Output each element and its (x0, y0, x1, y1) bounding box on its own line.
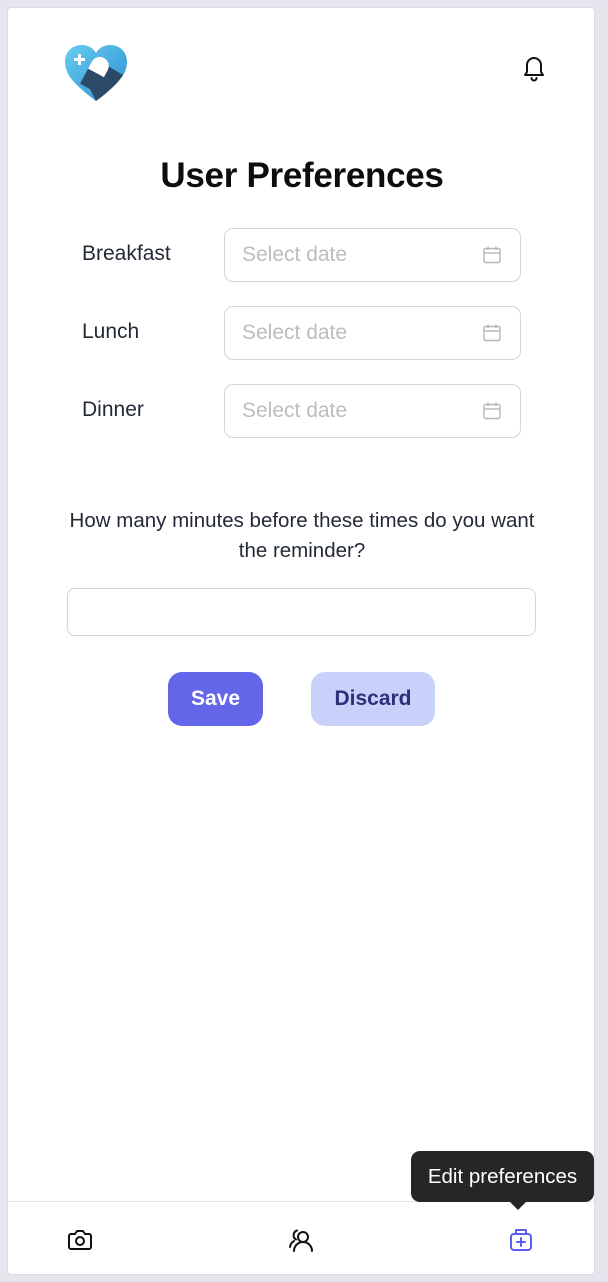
calendar-icon (483, 324, 501, 342)
medical-kit-icon (510, 1229, 532, 1251)
lunch-date-picker[interactable]: Select date (224, 306, 521, 360)
page-title: User Preferences (160, 156, 444, 195)
date-placeholder: Select date (242, 321, 348, 344)
bottom-nav (8, 1201, 594, 1274)
date-placeholder: Select date (242, 243, 348, 266)
app-logo-icon (63, 43, 129, 105)
meal-row-dinner: Dinner Select date (8, 384, 594, 438)
notification-bell-icon[interactable] (520, 52, 548, 82)
calendar-icon (483, 402, 501, 420)
meal-label-lunch: Lunch (82, 320, 140, 343)
dinner-date-picker[interactable]: Select date (224, 384, 521, 438)
user-group-icon (289, 1229, 313, 1252)
nav-camera-button[interactable] (60, 1220, 100, 1260)
meal-row-lunch: Lunch Select date (8, 306, 594, 360)
date-placeholder: Select date (242, 399, 348, 422)
nav-preferences-button[interactable] (501, 1220, 541, 1260)
edit-preferences-tooltip: Edit preferences (411, 1151, 594, 1202)
breakfast-date-picker[interactable]: Select date (224, 228, 521, 282)
save-button[interactable]: Save (168, 672, 263, 726)
nav-profile-button[interactable] (281, 1220, 321, 1260)
meal-label-dinner: Dinner (82, 398, 144, 421)
discard-button[interactable]: Discard (311, 672, 435, 726)
meal-label-breakfast: Breakfast (82, 242, 171, 265)
reminder-minutes-input[interactable] (67, 588, 536, 636)
camera-icon (68, 1230, 92, 1250)
reminder-question: How many minutes before these times do y… (69, 509, 535, 562)
app-frame: User Preferences Breakfast Select date L… (7, 7, 595, 1275)
calendar-icon (483, 246, 501, 264)
meal-row-breakfast: Breakfast Select date (8, 228, 594, 282)
tooltip-arrow (509, 1201, 527, 1210)
